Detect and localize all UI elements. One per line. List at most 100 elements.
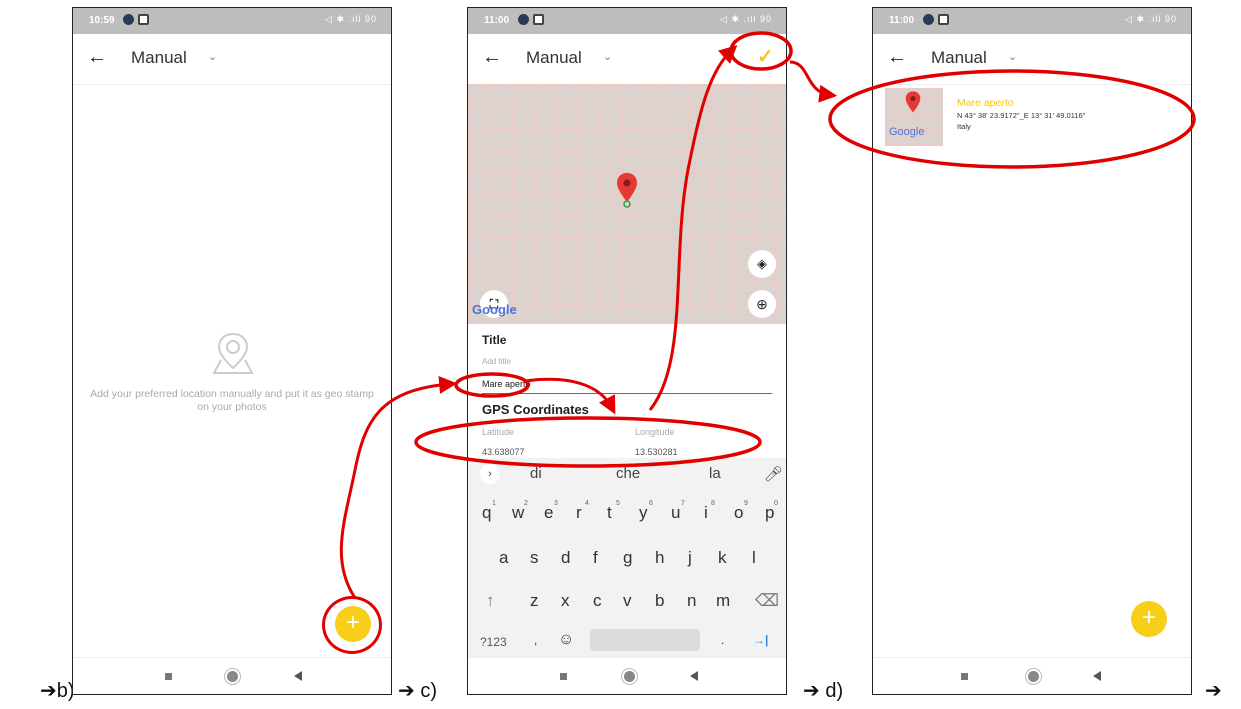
recent-apps-button[interactable]	[961, 673, 968, 680]
key[interactable]: x	[561, 591, 570, 611]
location-thumbnail: Google	[885, 88, 943, 146]
system-nav-bar	[468, 657, 786, 694]
key[interactable]: n	[687, 591, 696, 611]
soft-keyboard: › di che la 🎤︎ q w e r t y u i o p 1 2 3…	[468, 458, 786, 658]
key[interactable]: u	[671, 503, 680, 523]
location-coordinates: N 43° 38' 23.9172"_E 13° 31' 49.0116"	[957, 111, 1086, 120]
map-layers-button[interactable]: ◈	[748, 250, 776, 278]
latitude-input[interactable]: 43.638077	[482, 447, 525, 457]
microphone-icon[interactable]: 🎤︎	[764, 465, 783, 483]
status-icons: ◁ ✱ .ıll 90	[720, 14, 772, 24]
key[interactable]: a	[499, 548, 508, 568]
key[interactable]: k	[718, 548, 727, 568]
key[interactable]: v	[623, 591, 632, 611]
back-arrow-icon[interactable]: ←	[887, 47, 907, 67]
map-view[interactable]: ◈ ⊕ ⛶ Google	[468, 84, 786, 324]
empty-state-message: Add your preferred location manually and…	[90, 388, 374, 413]
phone-screen-c: 11:00 ◁ ✱ .ıll 90 ← Manual ⌄ ✓ ◈ ⊕ ⛶ Goo…	[467, 7, 787, 695]
recent-apps-button[interactable]	[165, 673, 172, 680]
chevron-down-icon[interactable]: ⌄	[1008, 50, 1017, 63]
key[interactable]: i	[704, 503, 708, 523]
phone-screen-b: 10:59 ◁ ✱ .ıll 90 ← Manual ⌄ Add your pr…	[72, 7, 392, 695]
status-time: 10:59	[89, 15, 115, 26]
home-button[interactable]	[624, 671, 635, 682]
app-bar: ← Manual ⌄ ✓	[468, 34, 786, 85]
comma-key[interactable]: ,	[534, 633, 537, 647]
label-arrow-b: ➔b)	[40, 680, 75, 702]
key[interactable]: s	[530, 548, 539, 568]
status-bar: 11:00 ◁ ✱ .ıll 90	[468, 8, 786, 34]
back-arrow-icon[interactable]: ←	[87, 47, 107, 67]
label-arrow-d: ➔ d)	[803, 680, 844, 702]
shift-key[interactable]: ↑	[486, 591, 495, 611]
title-placeholder: Add title	[482, 357, 511, 366]
suggestion-bar: › di che la 🎤︎	[468, 458, 786, 488]
back-arrow-icon[interactable]: ←	[482, 47, 502, 67]
key[interactable]: b	[655, 591, 664, 611]
confirm-check-icon[interactable]: ✓	[757, 44, 774, 69]
app-title: Manual	[131, 48, 187, 67]
app-icon	[923, 14, 934, 25]
system-nav-bar	[873, 657, 1191, 694]
suggestion[interactable]: di	[530, 465, 542, 482]
expand-suggestions-button[interactable]: ›	[480, 464, 500, 484]
space-key[interactable]	[590, 629, 700, 651]
app-bar: ← Manual ⌄	[73, 34, 391, 85]
title-input[interactable]: Mare aperto	[482, 379, 772, 394]
key-hint: 0	[774, 500, 778, 507]
map-pin-icon	[905, 91, 921, 113]
suggestion[interactable]: che	[616, 465, 640, 482]
key[interactable]: j	[688, 548, 692, 568]
backspace-key[interactable]: ⌫	[755, 591, 779, 611]
longitude-input[interactable]: 13.530281	[635, 447, 678, 457]
app-icon	[518, 14, 529, 25]
status-icons: ◁ ✱ .ıll 90	[1125, 14, 1177, 24]
enter-key[interactable]: →|	[753, 633, 768, 647]
home-button[interactable]	[227, 671, 238, 682]
system-back-button[interactable]	[690, 671, 698, 681]
suggestion[interactable]: la	[709, 465, 721, 482]
app-title: Manual	[526, 48, 582, 67]
key[interactable]: c	[593, 591, 602, 611]
key[interactable]: e	[544, 503, 553, 523]
notification-icon	[938, 14, 949, 25]
label-arrow-c: ➔ c)	[398, 680, 437, 702]
key[interactable]: z	[530, 591, 539, 611]
longitude-label: Longitude	[635, 427, 675, 437]
key[interactable]: h	[655, 548, 664, 568]
key[interactable]: m	[716, 591, 730, 611]
chevron-down-icon[interactable]: ⌄	[603, 50, 612, 63]
status-time: 11:00	[889, 15, 915, 26]
key[interactable]: r	[576, 503, 582, 523]
key[interactable]: l	[752, 548, 756, 568]
key[interactable]: g	[623, 548, 632, 568]
key[interactable]: o	[734, 503, 743, 523]
key[interactable]: f	[593, 548, 598, 568]
period-key[interactable]: .	[721, 633, 724, 647]
title-label: Title	[482, 333, 507, 347]
key-hint: 3	[554, 500, 558, 507]
symbols-key[interactable]: ?123	[480, 635, 507, 649]
key[interactable]: d	[561, 548, 570, 568]
system-back-button[interactable]	[1093, 671, 1101, 681]
system-back-button[interactable]	[294, 671, 302, 681]
gps-coordinates-label: GPS Coordinates	[482, 402, 589, 417]
key-hint: 1	[492, 500, 496, 507]
status-bar: 11:00 ◁ ✱ .ıll 90	[873, 8, 1191, 34]
key[interactable]: t	[607, 503, 612, 523]
status-icons: ◁ ✱ .ıll 90	[325, 14, 377, 24]
chevron-down-icon[interactable]: ⌄	[208, 50, 217, 63]
key-hint: 6	[649, 500, 653, 507]
add-location-button[interactable]: +	[1131, 601, 1167, 637]
my-location-button[interactable]: ⊕	[748, 290, 776, 318]
emoji-key[interactable]: ☺	[558, 631, 574, 649]
recent-apps-button[interactable]	[560, 673, 567, 680]
location-list-item[interactable]: Google Mare aperto N 43° 38' 23.9172"_E …	[885, 88, 1181, 148]
location-country: Italy	[957, 122, 971, 131]
key[interactable]: q	[482, 503, 491, 523]
location-title: Mare aperto	[957, 97, 1014, 109]
key[interactable]: w	[512, 503, 524, 523]
phone-screen-d: 11:00 ◁ ✱ .ıll 90 ← Manual ⌄ Google Mare…	[872, 7, 1192, 695]
key[interactable]: y	[639, 503, 648, 523]
home-button[interactable]	[1028, 671, 1039, 682]
